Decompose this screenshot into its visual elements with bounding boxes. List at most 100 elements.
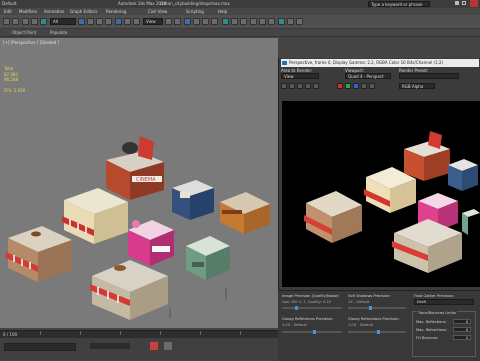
render-settings-panel: Image Precision (Quality/Noise): Low, Mi…: [278, 290, 480, 361]
status-bar: [0, 338, 278, 360]
select-by-name-icon[interactable]: [87, 18, 94, 25]
auto-key-icon[interactable]: [150, 342, 158, 350]
select-object-icon[interactable]: [78, 18, 85, 25]
angle-snap-icon[interactable]: [193, 18, 200, 25]
percent-snap-icon[interactable]: [202, 18, 209, 25]
glossy-refraction-slider[interactable]: [348, 330, 406, 334]
redo-icon[interactable]: [12, 18, 19, 25]
menu-graph-editors[interactable]: Graph Editors: [70, 9, 97, 14]
print-image-icon[interactable]: [305, 83, 311, 89]
image-precision-value: Low, Min 1..1, Quality: 0.25: [282, 300, 331, 304]
menu-scripting[interactable]: Scripting: [186, 9, 204, 14]
fg-bounces-spinner[interactable]: 0: [453, 335, 471, 340]
bakery-building[interactable]: [6, 226, 72, 282]
app-title: Autodesk 3ds Max 2016: [118, 1, 167, 6]
glossy-reflection-slider[interactable]: [282, 330, 342, 334]
rendered-restaurant: [392, 219, 462, 273]
glossy-reflection-label: Glossy Reflections Precision:: [282, 317, 334, 321]
trace-bounces-label: Trace/Bounces Limits: [417, 311, 457, 315]
menu-bar: Edit Modifiers Animation Graph Editors R…: [0, 8, 480, 15]
render-production-icon[interactable]: [296, 18, 303, 25]
rendered-frame-window-icon[interactable]: [287, 18, 294, 25]
window-crossing-icon[interactable]: [105, 18, 112, 25]
frame-window-toolbar: Area to Render: View Viewport: Quad 4 - …: [281, 68, 479, 98]
channel-dropdown[interactable]: RGB Alpha: [399, 83, 435, 89]
clone-frame-icon[interactable]: [297, 83, 303, 89]
cream-shop-building[interactable]: [62, 188, 128, 244]
viewport-select-dropdown[interactable]: Quad 4 - Perspect: [345, 73, 391, 79]
max-refractions-label: Max. Refractions:: [416, 328, 448, 332]
rendered-cinema-building: [404, 131, 450, 181]
file-name: carton_citybuilding/shopsmax.max: [160, 1, 230, 6]
image-precision-slider[interactable]: [282, 306, 342, 310]
menu-animation[interactable]: Animation: [44, 9, 64, 14]
soft-shadow-label: Soft Shadows Precision:: [348, 294, 391, 298]
max-reflections-spinner[interactable]: 6: [453, 319, 471, 324]
selection-filter-dropdown[interactable]: All: [50, 18, 76, 25]
max-reflections-label: Max. Reflections:: [416, 320, 447, 324]
clear-icon[interactable]: [313, 83, 319, 89]
material-editor-icon[interactable]: [268, 18, 275, 25]
rendered-blue-shop: [448, 159, 478, 191]
perspective-viewport[interactable]: [+] [Perspective ] [Shaded ] Total 87,98…: [0, 38, 278, 328]
menu-modifiers[interactable]: Modifiers: [19, 9, 37, 14]
viewport-scene: CINEMA: [6, 136, 270, 320]
pink-shop-building[interactable]: [128, 220, 174, 266]
undo-icon[interactable]: [3, 18, 10, 25]
maximize-icon[interactable]: [462, 1, 466, 5]
close-icon[interactable]: [470, 0, 478, 7]
green-shop-building[interactable]: [186, 236, 230, 280]
play-icon[interactable]: [164, 342, 172, 350]
alpha-channel-icon[interactable]: [361, 83, 367, 89]
restaurant-building[interactable]: [90, 260, 168, 320]
blue-shop-building[interactable]: [172, 180, 214, 220]
save-image-icon[interactable]: [281, 83, 287, 89]
snaps-toggle-icon[interactable]: [184, 18, 191, 25]
monochrome-icon[interactable]: [369, 83, 375, 89]
red-channel-icon[interactable]: [337, 83, 343, 89]
menu-help[interactable]: Help: [218, 9, 227, 14]
curve-editor-icon[interactable]: [250, 18, 257, 25]
orange-shop-building[interactable]: [220, 192, 270, 234]
copy-image-icon[interactable]: [289, 83, 295, 89]
bind-space-warp-icon[interactable]: [40, 18, 47, 25]
soft-shadow-slider[interactable]: [348, 306, 406, 310]
cinema-sign: CINEMA: [136, 177, 156, 183]
menu-civil-view[interactable]: Civil View: [148, 9, 167, 14]
link-icon[interactable]: [22, 18, 29, 25]
ribbon-object-paint[interactable]: Object Paint: [12, 30, 36, 35]
select-manipulate-icon[interactable]: [174, 18, 181, 25]
mirror-icon[interactable]: [222, 18, 229, 25]
green-channel-icon[interactable]: [345, 83, 351, 89]
glossy-refraction-value: 1.0X - Default: [348, 323, 373, 327]
maxscript-listener[interactable]: [4, 343, 76, 351]
render-preset-dropdown[interactable]: [399, 73, 459, 79]
area-to-render-dropdown[interactable]: View: [281, 73, 319, 79]
schematic-view-icon[interactable]: [259, 18, 266, 25]
rotate-icon[interactable]: [124, 18, 131, 25]
scale-icon[interactable]: [133, 18, 140, 25]
render-setup-icon[interactable]: [278, 18, 285, 25]
ribbon-populate[interactable]: Populate: [50, 30, 67, 35]
unlink-icon[interactable]: [31, 18, 38, 25]
blue-channel-icon[interactable]: [353, 83, 359, 89]
selection-region-icon[interactable]: [96, 18, 103, 25]
move-icon[interactable]: [115, 18, 122, 25]
max-refractions-spinner[interactable]: 6: [453, 327, 471, 332]
coordinate-display[interactable]: [90, 343, 130, 349]
cinema-building[interactable]: CINEMA: [106, 136, 164, 200]
main-toolbar: All View: [0, 15, 480, 29]
minimize-icon[interactable]: [455, 1, 459, 5]
search-input[interactable]: Type a keyword or phrase: [368, 1, 430, 7]
layer-explorer-icon[interactable]: [240, 18, 247, 25]
workspace-dropdown[interactable]: Default: [2, 1, 17, 6]
menu-edit[interactable]: Edit: [4, 9, 12, 14]
pivot-center-icon[interactable]: [165, 18, 172, 25]
spinner-snap-icon[interactable]: [211, 18, 218, 25]
reference-coordinate-dropdown[interactable]: View: [143, 18, 163, 25]
render-output: [282, 101, 480, 287]
final-gather-dropdown[interactable]: Draft: [414, 299, 474, 305]
align-icon[interactable]: [231, 18, 238, 25]
menu-rendering[interactable]: Rendering: [106, 9, 126, 14]
rendered-green-shop: [462, 209, 480, 235]
